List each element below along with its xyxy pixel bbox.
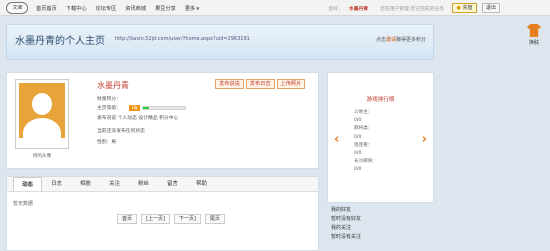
tab-following[interactable]: 关注 <box>100 177 129 191</box>
profile-links-row[interactable]: 发布说说 个人动态 设计精品 积分中心 <box>97 114 178 121</box>
invite-suffix: 赚得更多积分 <box>395 37 426 43</box>
gender-line: 性别：男 <box>97 140 117 145</box>
logout-button[interactable]: 退出 <box>482 3 500 13</box>
invite-highlight: 邀请 <box>385 37 396 43</box>
post-blog-button[interactable]: 发布日志 <box>245 79 275 89</box>
nav-item-more[interactable]: 更多▼ <box>185 5 199 12</box>
my-following-heading[interactable]: 我的关注 <box>331 224 361 233</box>
page-title: 水墨丹青的个人主页 <box>15 36 105 47</box>
default-avatar-icon <box>19 83 65 138</box>
next-page-button[interactable]: 下一页] <box>173 214 201 224</box>
profile-card: 待的头像 水墨丹青 发布说说 发布日志 上传照片 财富积分： 主页等级： 1级 发… <box>6 72 319 169</box>
level-label: 主页等级： <box>97 106 121 111</box>
profile-actions: 发布说说 发布日志 上传照片 <box>215 79 307 89</box>
tab-messages[interactable]: 留言 <box>158 177 187 191</box>
game-ranking-title: 游戏排行榜 <box>366 97 395 103</box>
avatar[interactable] <box>15 79 69 149</box>
chevron-down-icon: ▼ <box>196 5 200 11</box>
avatar-body <box>23 118 61 138</box>
top-navigation-bar: 文库 首页首页 下载中心 论坛专区 资讯商城 果豆分享 更多▼ 您好， 水墨丹青 … <box>0 0 550 16</box>
profile-tabs: 动态 日志 相册 关注 粉丝 留言 帮助 <box>7 177 318 192</box>
last-page-button[interactable]: 尾页 <box>204 214 225 224</box>
site-logo[interactable]: 文库 <box>6 2 28 14</box>
ranking-line: 麻将类： <box>354 126 373 132</box>
chevron-left-icon[interactable]: ‹ <box>334 133 339 146</box>
no-friends-text: 暂时没有好友 <box>331 216 362 222</box>
status-line: 当前还没发布任何状态 <box>97 129 145 134</box>
nav-item-mall[interactable]: 资讯商城 <box>125 5 146 12</box>
prev-page-button[interactable]: [上一页] <box>141 214 170 224</box>
upload-photo-button[interactable]: 上传照片 <box>276 79 306 89</box>
notice-text[interactable]: 您在用户管理 您已完成的任务 <box>380 5 444 12</box>
avatar-head <box>32 93 52 115</box>
tab-album[interactable]: 相册 <box>71 177 100 191</box>
skin-switcher[interactable]: 换肤 <box>524 24 544 52</box>
charge-label: 充值 <box>462 5 473 11</box>
first-page-button[interactable]: 首页 <box>117 214 138 224</box>
charge-button[interactable]: ● 充值 <box>452 3 477 13</box>
ranking-line: 0/0 <box>354 167 362 173</box>
game-ranking-list: 斗地主： 0/0 麻将类： 0/0 连连看： 0/0 长沙麻将： 0/0 <box>354 109 377 175</box>
level-row: 主页等级： 1级 <box>97 104 186 111</box>
ranking-line: 连连看： <box>354 142 373 148</box>
nav-item-share[interactable]: 果豆分享 <box>155 5 176 12</box>
nav-more-label: 更多 <box>184 5 196 12</box>
nav-item-home[interactable]: 首页首页 <box>36 5 57 12</box>
feed-panel: 动态 日志 相册 关注 粉丝 留言 帮助 暂无数据 首页 [上一页] 下一页] … <box>6 176 319 251</box>
game-ranking-panel: 游戏排行榜 ‹ › 斗地主： 0/0 麻将类： 0/0 连连看： 0/0 长沙麻… <box>327 72 434 203</box>
level-progress-fill <box>142 106 150 109</box>
avatar-caption: 待的头像 <box>32 154 52 159</box>
nav-item-forum[interactable]: 论坛专区 <box>96 5 117 12</box>
tab-help[interactable]: 帮助 <box>187 177 216 191</box>
friends-section: 我的好友 暂时没有好友 我的关注 暂时没有关注 <box>331 206 361 242</box>
invite-prefix: 点击 <box>375 37 386 43</box>
empty-state: 暂无数据 <box>13 201 34 207</box>
tab-blog[interactable]: 日志 <box>42 177 71 191</box>
ranking-line: 斗地主： <box>354 110 373 115</box>
main-nav: 首页首页 下载中心 论坛专区 资讯商城 果豆分享 更多▼ <box>36 0 208 16</box>
nav-item-downloads[interactable]: 下载中心 <box>66 5 87 12</box>
post-status-button[interactable]: 发布说说 <box>215 79 244 89</box>
pagination: 首页 [上一页] 下一页] 尾页 <box>117 214 229 224</box>
greeting-text: 您好， 水墨丹青 <box>329 5 375 12</box>
coin-icon: ● <box>456 5 461 11</box>
level-badge: 1级 <box>129 104 140 111</box>
user-status: 您好， 水墨丹青 您在用户管理 您已完成的任务 <box>329 0 451 16</box>
username-link[interactable]: 水墨丹青 <box>349 7 368 12</box>
ranking-line: 0/0 <box>354 118 362 124</box>
tab-activity[interactable]: 动态 <box>13 177 42 191</box>
shirt-icon <box>527 24 541 37</box>
wealth-row: 财富积分： <box>97 97 121 102</box>
greeting-label: 您好， <box>328 6 343 12</box>
my-friends-heading[interactable]: 我的好友 <box>331 206 361 215</box>
chevron-right-icon[interactable]: › <box>422 133 427 146</box>
page-url[interactable]: http://kavin.52jd.com/user/?home.aspx?ui… <box>115 36 250 42</box>
ranking-line: 0/0 <box>354 151 362 157</box>
level-progress-bar <box>141 105 186 110</box>
ranking-line: 长沙麻将： <box>354 159 377 165</box>
skin-label: 换肤 <box>528 40 539 46</box>
no-following-text: 暂时没有关注 <box>331 234 362 240</box>
ranking-line: 0/0 <box>354 134 362 140</box>
profile-name: 水墨丹青 <box>97 81 129 90</box>
page-header: 水墨丹青的个人主页 http://kavin.52jd.com/user/?ho… <box>6 24 434 60</box>
invite-link[interactable]: 点击邀请赚得更多积分 <box>376 36 426 43</box>
tab-fans[interactable]: 粉丝 <box>129 177 158 191</box>
